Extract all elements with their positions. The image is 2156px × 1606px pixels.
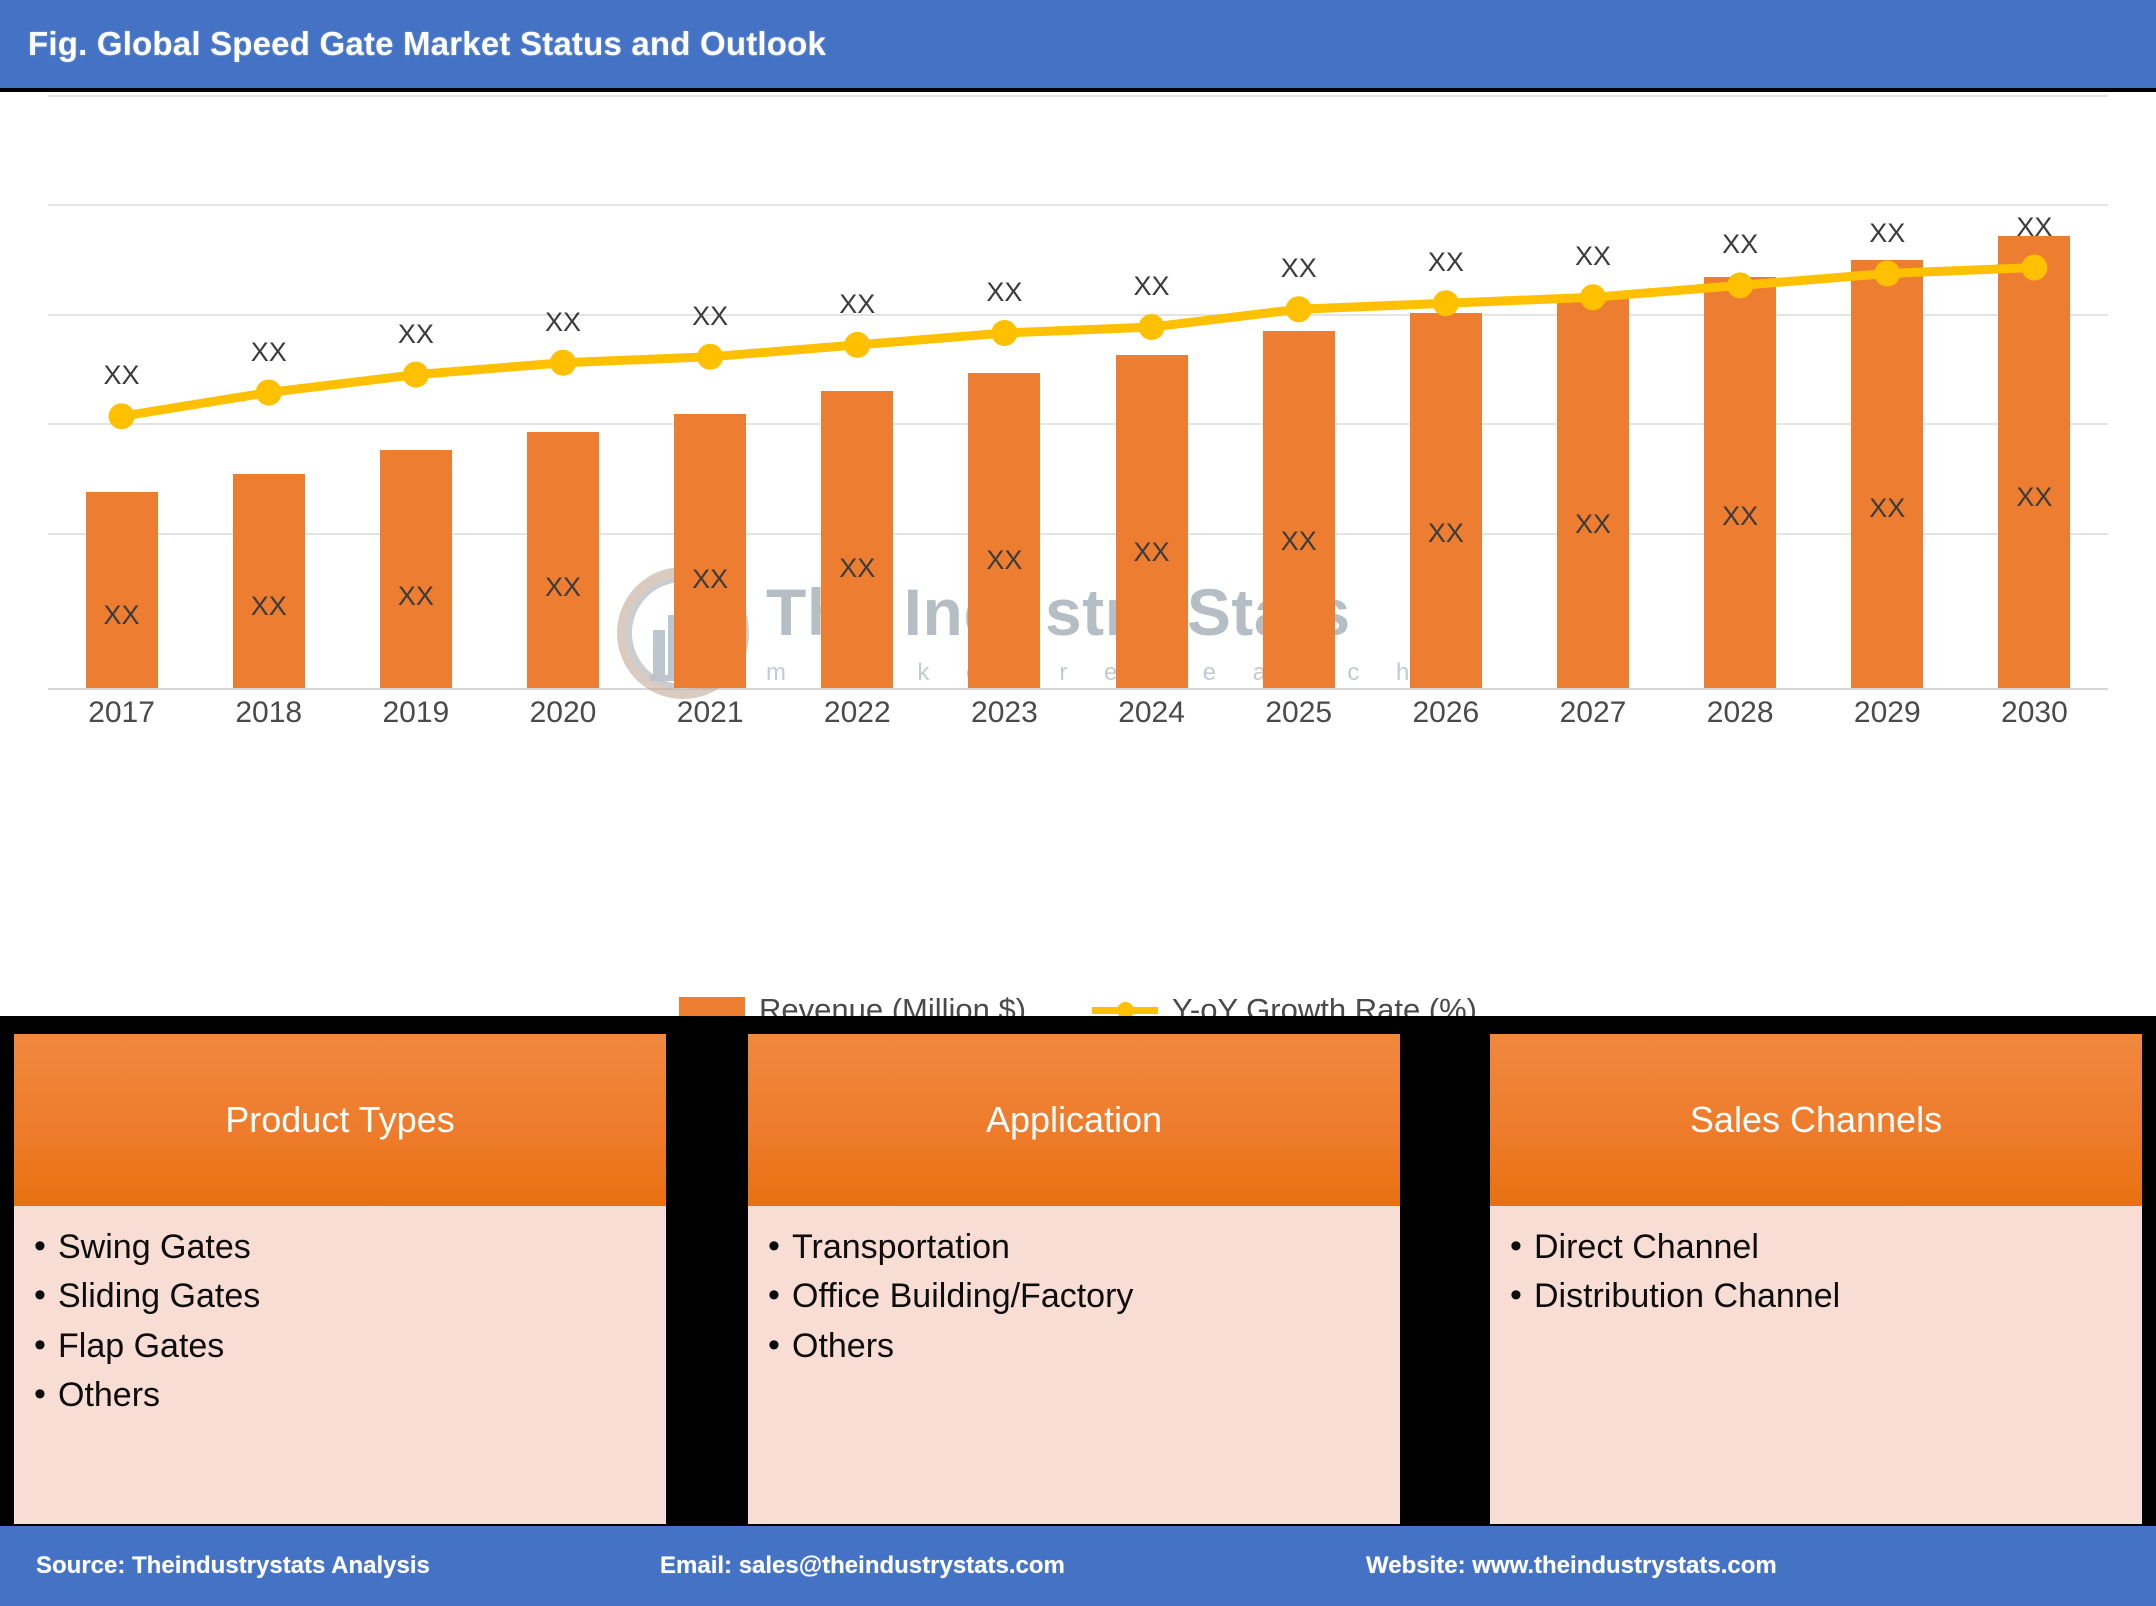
figure-title-bar: Fig. Global Speed Gate Market Status and… <box>0 0 2156 88</box>
figure-footer: Source: Theindustrystats Analysis Email:… <box>0 1526 2156 1606</box>
list-item: Swing Gates <box>32 1227 648 1267</box>
list-item: Transportation <box>766 1227 1382 1267</box>
x-axis-label-2019: 2019 <box>382 696 450 729</box>
x-axis-label-2020: 2020 <box>529 696 597 729</box>
card-body: Swing Gates Sliding Gates Flap Gates Oth… <box>14 1206 666 1524</box>
list-item: Sliding Gates <box>32 1276 648 1316</box>
card-title: Application <box>985 1099 1163 1140</box>
x-axis-label-2025: 2025 <box>1265 696 1333 729</box>
list-item: Distribution Channel <box>1508 1276 2124 1316</box>
card-body: Transportation Office Building/Factory O… <box>748 1206 1400 1524</box>
footer-email: Email: sales@theindustrystats.com <box>660 1552 1065 1579</box>
card-header: Sales Channels <box>1490 1034 2142 1206</box>
x-axis-labels: 2017 2018 2019 2020 2021 2022 2023 2024 2025 2026… <box>48 696 2108 742</box>
x-axis-label-2018: 2018 <box>235 696 303 729</box>
x-axis-label-2026: 2026 <box>1412 696 1480 729</box>
line-value-label: XX <box>1722 229 1759 260</box>
list-item: Others <box>32 1375 648 1415</box>
footer-website: Website: www.theindustrystats.com <box>1366 1552 1777 1579</box>
line-value-label: XX <box>250 336 287 367</box>
line-value-label: XX <box>1869 217 1906 248</box>
x-axis-label-2017: 2017 <box>88 696 155 729</box>
line-value-label: XX <box>1280 253 1317 284</box>
card-product-types: Product Types Swing Gates Sliding Gates … <box>14 1034 666 1524</box>
list-item: Direct Channel <box>1508 1227 2124 1267</box>
x-axis-label-2029: 2029 <box>1853 696 1921 729</box>
chart-panel: The Industry Stats m a r k e t r e s e a… <box>0 92 2156 1027</box>
list-item: Others <box>766 1326 1382 1366</box>
x-axis-label-2022: 2022 <box>823 696 891 729</box>
line-value-label: XX <box>397 318 434 349</box>
line-value-label: XX <box>1427 247 1464 278</box>
line-value-label: XX <box>2016 211 2053 242</box>
card-body: Direct Channel Distribution Channel <box>1490 1206 2142 1524</box>
x-axis-label-2021: 2021 <box>676 696 744 729</box>
line-value-label: XX <box>1574 241 1612 272</box>
card-header: Application <box>748 1034 1400 1206</box>
figure-root: Fig. Global Speed Gate Market Status and… <box>0 0 2156 1606</box>
category-cards: Product Types Swing Gates Sliding Gates … <box>0 1016 2156 1526</box>
card-title: Sales Channels <box>1689 1099 1943 1140</box>
page-title: Fig. Global Speed Gate Market Status and… <box>28 25 827 62</box>
x-axis-label-2024: 2024 <box>1118 696 1185 729</box>
card-sales-channels: Sales Channels Direct Channel Distributi… <box>1490 1034 2142 1524</box>
line-value-label: XX <box>986 277 1023 307</box>
line-value-label: XX <box>692 300 729 331</box>
card-header: Product Types <box>14 1034 666 1206</box>
card-application: Application Transportation Office Buildi… <box>748 1034 1400 1524</box>
card-title: Product Types <box>225 1099 455 1140</box>
line-value-label: XX <box>1133 271 1170 302</box>
line-value-label: XX <box>544 306 582 337</box>
line-value-label: XX <box>839 288 876 319</box>
footer-source: Source: Theindustrystats Analysis <box>36 1552 430 1579</box>
list-item: Flap Gates <box>32 1326 648 1366</box>
x-axis-label-2028: 2028 <box>1706 696 1774 729</box>
line-value-label: XX <box>103 360 140 391</box>
x-axis-label-2023: 2023 <box>971 696 1038 729</box>
x-axis-label-2027: 2027 <box>1559 696 1627 729</box>
growth-line-labels: XX XX XX XX XX XX XX XX XX XX XX XX XX XX <box>48 95 2108 690</box>
x-axis-label-2030: 2030 <box>2001 696 2068 729</box>
chart-plot-area: The Industry Stats m a r k e t r e s e a… <box>48 95 2108 699</box>
list-item: Office Building/Factory <box>766 1276 1382 1316</box>
